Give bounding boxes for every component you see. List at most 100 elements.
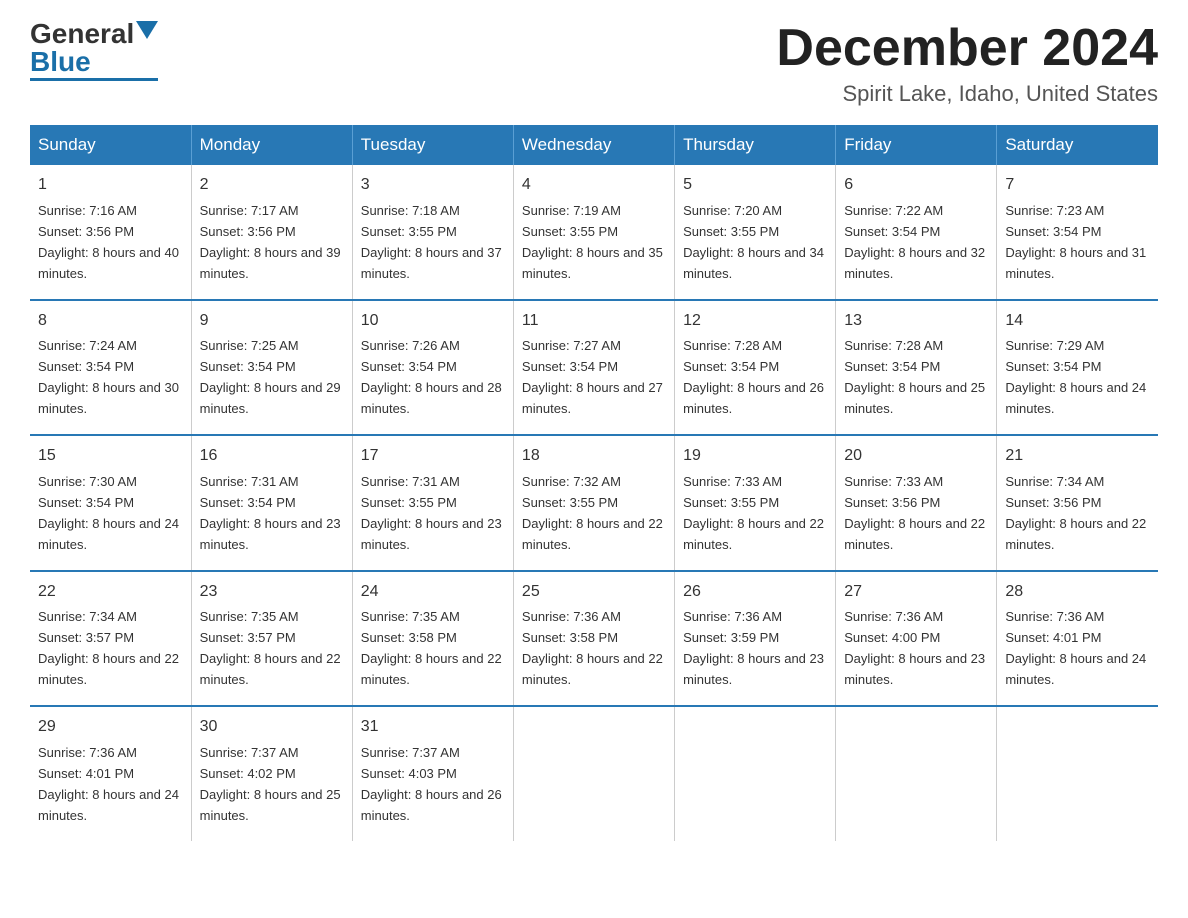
day-info: Sunrise: 7:34 AMSunset: 3:57 PMDaylight:… xyxy=(38,609,179,687)
day-number: 6 xyxy=(844,173,988,198)
calendar-cell: 20 Sunrise: 7:33 AMSunset: 3:56 PMDaylig… xyxy=(836,435,997,570)
logo-general-text: General xyxy=(30,20,134,48)
day-info: Sunrise: 7:36 AMSunset: 4:01 PMDaylight:… xyxy=(38,745,179,823)
day-info: Sunrise: 7:36 AMSunset: 3:58 PMDaylight:… xyxy=(522,609,663,687)
day-info: Sunrise: 7:36 AMSunset: 4:00 PMDaylight:… xyxy=(844,609,985,687)
calendar-cell: 30 Sunrise: 7:37 AMSunset: 4:02 PMDaylig… xyxy=(191,706,352,840)
day-info: Sunrise: 7:18 AMSunset: 3:55 PMDaylight:… xyxy=(361,203,502,281)
day-info: Sunrise: 7:23 AMSunset: 3:54 PMDaylight:… xyxy=(1005,203,1146,281)
day-header-sunday: Sunday xyxy=(30,125,191,165)
day-number: 28 xyxy=(1005,580,1150,605)
day-number: 5 xyxy=(683,173,827,198)
day-info: Sunrise: 7:22 AMSunset: 3:54 PMDaylight:… xyxy=(844,203,985,281)
day-number: 26 xyxy=(683,580,827,605)
calendar-week-row: 1 Sunrise: 7:16 AMSunset: 3:56 PMDayligh… xyxy=(30,165,1158,299)
calendar-cell: 1 Sunrise: 7:16 AMSunset: 3:56 PMDayligh… xyxy=(30,165,191,299)
day-info: Sunrise: 7:36 AMSunset: 3:59 PMDaylight:… xyxy=(683,609,824,687)
calendar-cell xyxy=(513,706,674,840)
day-number: 2 xyxy=(200,173,344,198)
logo-triangle-icon xyxy=(136,21,158,39)
calendar-cell: 11 Sunrise: 7:27 AMSunset: 3:54 PMDaylig… xyxy=(513,300,674,435)
day-info: Sunrise: 7:24 AMSunset: 3:54 PMDaylight:… xyxy=(38,338,179,416)
day-number: 13 xyxy=(844,309,988,334)
calendar-week-row: 22 Sunrise: 7:34 AMSunset: 3:57 PMDaylig… xyxy=(30,571,1158,706)
calendar-cell: 14 Sunrise: 7:29 AMSunset: 3:54 PMDaylig… xyxy=(997,300,1158,435)
day-number: 10 xyxy=(361,309,505,334)
logo-underline xyxy=(30,78,158,81)
calendar-cell: 17 Sunrise: 7:31 AMSunset: 3:55 PMDaylig… xyxy=(352,435,513,570)
calendar-cell: 2 Sunrise: 7:17 AMSunset: 3:56 PMDayligh… xyxy=(191,165,352,299)
calendar-cell: 13 Sunrise: 7:28 AMSunset: 3:54 PMDaylig… xyxy=(836,300,997,435)
day-info: Sunrise: 7:31 AMSunset: 3:55 PMDaylight:… xyxy=(361,474,502,552)
calendar-table: SundayMondayTuesdayWednesdayThursdayFrid… xyxy=(30,125,1158,840)
calendar-cell: 10 Sunrise: 7:26 AMSunset: 3:54 PMDaylig… xyxy=(352,300,513,435)
day-info: Sunrise: 7:33 AMSunset: 3:56 PMDaylight:… xyxy=(844,474,985,552)
day-info: Sunrise: 7:31 AMSunset: 3:54 PMDaylight:… xyxy=(200,474,341,552)
calendar-cell: 9 Sunrise: 7:25 AMSunset: 3:54 PMDayligh… xyxy=(191,300,352,435)
day-info: Sunrise: 7:25 AMSunset: 3:54 PMDaylight:… xyxy=(200,338,341,416)
calendar-cell: 29 Sunrise: 7:36 AMSunset: 4:01 PMDaylig… xyxy=(30,706,191,840)
day-number: 12 xyxy=(683,309,827,334)
day-info: Sunrise: 7:35 AMSunset: 3:57 PMDaylight:… xyxy=(200,609,341,687)
day-number: 29 xyxy=(38,715,183,740)
day-info: Sunrise: 7:34 AMSunset: 3:56 PMDaylight:… xyxy=(1005,474,1146,552)
logo: General Blue xyxy=(30,20,158,81)
calendar-cell: 4 Sunrise: 7:19 AMSunset: 3:55 PMDayligh… xyxy=(513,165,674,299)
calendar-cell: 15 Sunrise: 7:30 AMSunset: 3:54 PMDaylig… xyxy=(30,435,191,570)
calendar-cell: 7 Sunrise: 7:23 AMSunset: 3:54 PMDayligh… xyxy=(997,165,1158,299)
location-title: Spirit Lake, Idaho, United States xyxy=(776,81,1158,107)
calendar-cell: 23 Sunrise: 7:35 AMSunset: 3:57 PMDaylig… xyxy=(191,571,352,706)
day-number: 31 xyxy=(361,715,505,740)
day-number: 30 xyxy=(200,715,344,740)
logo-blue-text: Blue xyxy=(30,48,91,76)
day-number: 7 xyxy=(1005,173,1150,198)
calendar-week-row: 15 Sunrise: 7:30 AMSunset: 3:54 PMDaylig… xyxy=(30,435,1158,570)
day-header-thursday: Thursday xyxy=(675,125,836,165)
calendar-cell: 19 Sunrise: 7:33 AMSunset: 3:55 PMDaylig… xyxy=(675,435,836,570)
calendar-cell xyxy=(997,706,1158,840)
day-number: 17 xyxy=(361,444,505,469)
calendar-cell: 26 Sunrise: 7:36 AMSunset: 3:59 PMDaylig… xyxy=(675,571,836,706)
calendar-cell: 24 Sunrise: 7:35 AMSunset: 3:58 PMDaylig… xyxy=(352,571,513,706)
day-info: Sunrise: 7:26 AMSunset: 3:54 PMDaylight:… xyxy=(361,338,502,416)
day-number: 19 xyxy=(683,444,827,469)
calendar-cell: 3 Sunrise: 7:18 AMSunset: 3:55 PMDayligh… xyxy=(352,165,513,299)
day-number: 22 xyxy=(38,580,183,605)
day-info: Sunrise: 7:33 AMSunset: 3:55 PMDaylight:… xyxy=(683,474,824,552)
day-number: 24 xyxy=(361,580,505,605)
calendar-cell: 6 Sunrise: 7:22 AMSunset: 3:54 PMDayligh… xyxy=(836,165,997,299)
calendar-cell: 16 Sunrise: 7:31 AMSunset: 3:54 PMDaylig… xyxy=(191,435,352,570)
day-header-monday: Monday xyxy=(191,125,352,165)
calendar-cell xyxy=(675,706,836,840)
day-info: Sunrise: 7:36 AMSunset: 4:01 PMDaylight:… xyxy=(1005,609,1146,687)
day-number: 16 xyxy=(200,444,344,469)
day-info: Sunrise: 7:37 AMSunset: 4:03 PMDaylight:… xyxy=(361,745,502,823)
calendar-cell: 28 Sunrise: 7:36 AMSunset: 4:01 PMDaylig… xyxy=(997,571,1158,706)
day-info: Sunrise: 7:19 AMSunset: 3:55 PMDaylight:… xyxy=(522,203,663,281)
calendar-cell: 18 Sunrise: 7:32 AMSunset: 3:55 PMDaylig… xyxy=(513,435,674,570)
day-number: 15 xyxy=(38,444,183,469)
day-number: 4 xyxy=(522,173,666,198)
day-header-wednesday: Wednesday xyxy=(513,125,674,165)
day-info: Sunrise: 7:32 AMSunset: 3:55 PMDaylight:… xyxy=(522,474,663,552)
calendar-cell: 8 Sunrise: 7:24 AMSunset: 3:54 PMDayligh… xyxy=(30,300,191,435)
calendar-cell: 21 Sunrise: 7:34 AMSunset: 3:56 PMDaylig… xyxy=(997,435,1158,570)
day-info: Sunrise: 7:35 AMSunset: 3:58 PMDaylight:… xyxy=(361,609,502,687)
month-title: December 2024 xyxy=(776,20,1158,77)
day-header-saturday: Saturday xyxy=(997,125,1158,165)
calendar-cell: 27 Sunrise: 7:36 AMSunset: 4:00 PMDaylig… xyxy=(836,571,997,706)
day-info: Sunrise: 7:28 AMSunset: 3:54 PMDaylight:… xyxy=(683,338,824,416)
calendar-cell: 25 Sunrise: 7:36 AMSunset: 3:58 PMDaylig… xyxy=(513,571,674,706)
title-section: December 2024 Spirit Lake, Idaho, United… xyxy=(776,20,1158,107)
day-info: Sunrise: 7:29 AMSunset: 3:54 PMDaylight:… xyxy=(1005,338,1146,416)
day-info: Sunrise: 7:30 AMSunset: 3:54 PMDaylight:… xyxy=(38,474,179,552)
day-number: 9 xyxy=(200,309,344,334)
day-number: 14 xyxy=(1005,309,1150,334)
calendar-cell: 5 Sunrise: 7:20 AMSunset: 3:55 PMDayligh… xyxy=(675,165,836,299)
day-number: 20 xyxy=(844,444,988,469)
calendar-cell: 12 Sunrise: 7:28 AMSunset: 3:54 PMDaylig… xyxy=(675,300,836,435)
day-number: 21 xyxy=(1005,444,1150,469)
calendar-cell: 31 Sunrise: 7:37 AMSunset: 4:03 PMDaylig… xyxy=(352,706,513,840)
calendar-cell: 22 Sunrise: 7:34 AMSunset: 3:57 PMDaylig… xyxy=(30,571,191,706)
calendar-week-row: 8 Sunrise: 7:24 AMSunset: 3:54 PMDayligh… xyxy=(30,300,1158,435)
